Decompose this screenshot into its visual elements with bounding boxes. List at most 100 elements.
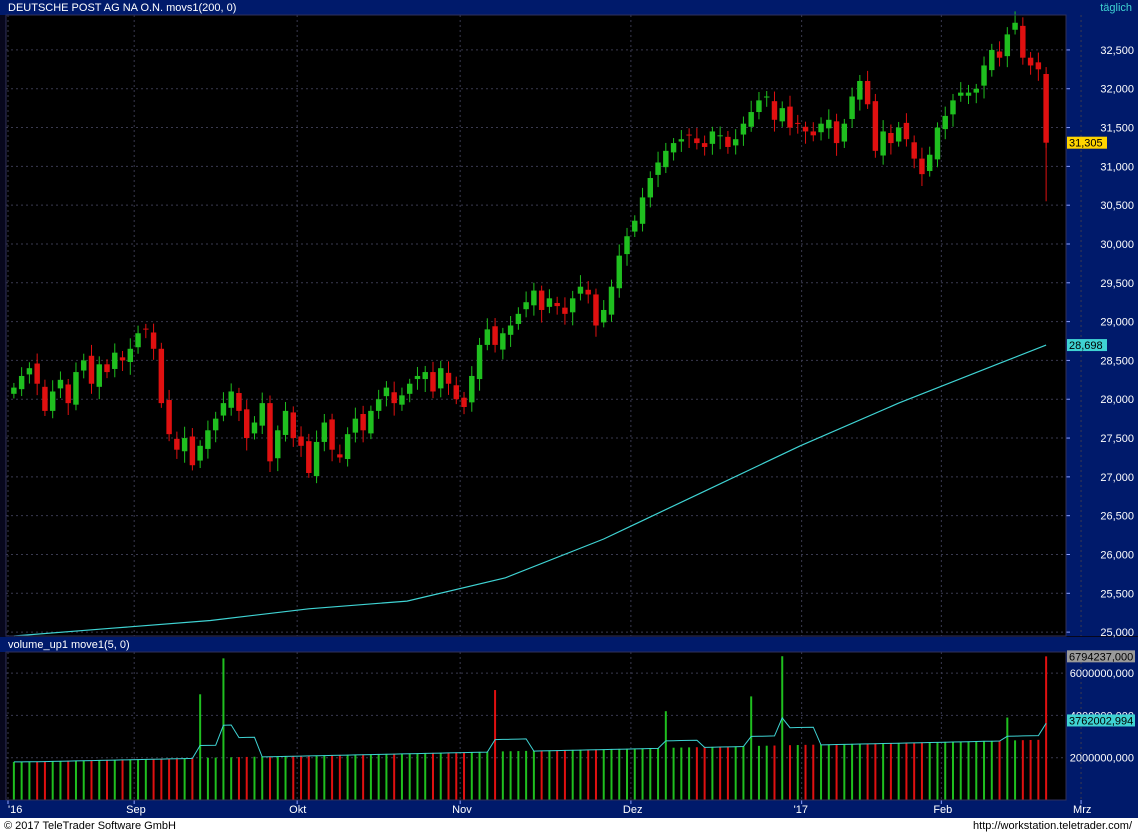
volume-bar — [835, 744, 838, 800]
volume-bar — [106, 759, 109, 800]
candle-body — [73, 372, 79, 405]
volume-bar — [338, 754, 341, 800]
volume-bar — [82, 760, 85, 800]
candle-body — [554, 302, 560, 307]
volume-bar — [463, 752, 466, 800]
volume-bar — [641, 748, 644, 800]
volume-bar — [657, 748, 660, 800]
volume-bar — [478, 751, 481, 800]
candle-body — [895, 127, 902, 142]
volume-bar — [579, 749, 582, 800]
price-tick-label: 29,500 — [1100, 278, 1134, 290]
volume-bar — [346, 754, 349, 800]
price-tick-label: 30,500 — [1100, 200, 1134, 212]
volume-bar — [222, 658, 225, 800]
volume-tick-label: 6000000,000 — [1070, 668, 1134, 680]
price-tick-label: 29,000 — [1100, 317, 1134, 329]
candle-body — [639, 197, 646, 224]
candle-body — [740, 123, 747, 135]
candle-body — [399, 395, 405, 405]
volume-bar — [843, 744, 846, 800]
volume-bar — [447, 752, 450, 800]
candle-body — [430, 372, 436, 392]
volume-bar — [789, 745, 791, 800]
candle-body — [779, 108, 785, 122]
candle-body — [771, 101, 778, 120]
candle-body — [973, 88, 979, 93]
candle-body — [360, 413, 366, 431]
candle-body — [127, 348, 134, 362]
candle-body — [150, 332, 157, 349]
volume-bar — [486, 751, 489, 800]
candle-body — [958, 92, 964, 96]
candle-body — [934, 127, 941, 160]
volume-bar — [362, 754, 365, 800]
price-tick-label: 27,000 — [1100, 472, 1134, 484]
candle-body — [166, 400, 172, 435]
candle-body — [228, 391, 234, 408]
volume-bar — [307, 755, 310, 800]
volume-bar — [144, 759, 147, 800]
candle-body — [989, 49, 995, 71]
candle-body — [981, 65, 987, 86]
candle-body — [849, 96, 855, 120]
volume-bar — [781, 656, 784, 800]
candle-body — [810, 131, 816, 136]
candle-body — [375, 399, 382, 411]
source-url-link[interactable]: http://workstation.teletrader.com/ — [973, 820, 1132, 832]
candle-body — [445, 372, 452, 384]
candle-body — [670, 143, 677, 153]
volume-bar — [773, 745, 776, 800]
candle-body — [306, 441, 312, 473]
volume-bar — [400, 753, 403, 800]
volume-bar — [633, 748, 636, 800]
candle-body — [469, 375, 475, 403]
volume-bar — [765, 745, 768, 800]
volume-bar — [563, 750, 566, 800]
volume-bar — [137, 759, 140, 800]
volume-bar — [548, 750, 551, 800]
candle-body — [476, 344, 483, 380]
volume-bar — [237, 757, 240, 800]
candle-body — [1012, 22, 1018, 30]
volume-last-label: 6794237,000 — [1069, 651, 1133, 663]
volume-bar — [175, 758, 178, 800]
volume-bar — [750, 696, 753, 800]
volume-bar — [874, 743, 877, 800]
candle-body — [34, 363, 40, 384]
time-axis-panel — [0, 800, 1138, 818]
chart-canvas[interactable]: DEUTSCHE POST AG NA O.N. movs1(200, 0) tä… — [0, 0, 1138, 818]
volume-bar — [377, 754, 380, 800]
volume-bar — [711, 746, 714, 800]
volume-bar — [354, 754, 357, 800]
candle-body — [926, 154, 933, 172]
volume-bar — [214, 757, 217, 800]
volume-bar — [944, 741, 947, 800]
volume-bar — [858, 743, 861, 800]
candle-body — [748, 112, 754, 127]
candle-body — [678, 139, 685, 142]
price-plot-area — [6, 15, 1066, 636]
volume-bar — [680, 747, 683, 800]
volume-bar — [913, 742, 916, 800]
price-tick-label: 26,500 — [1100, 511, 1134, 523]
volume-bar — [160, 758, 163, 800]
price-tick-label: 31,000 — [1100, 161, 1134, 173]
price-tick-label: 26,000 — [1100, 549, 1134, 561]
candle-body — [383, 387, 390, 397]
candle-body — [57, 379, 64, 389]
candle-body — [764, 96, 770, 98]
volume-bar — [269, 756, 271, 800]
volume-bar — [385, 753, 388, 800]
price-tick-label: 31,500 — [1100, 123, 1134, 135]
time-tick-label: Okt — [289, 804, 306, 816]
candle-body — [795, 122, 801, 124]
volume-bar — [455, 752, 458, 800]
volume-bar — [983, 741, 986, 800]
candle-body — [259, 403, 265, 426]
volume-bar — [990, 740, 993, 800]
volume-bar — [517, 751, 520, 800]
candle-body — [197, 445, 203, 461]
volume-bar — [967, 741, 970, 800]
price-tick-label: 27,500 — [1100, 433, 1134, 445]
